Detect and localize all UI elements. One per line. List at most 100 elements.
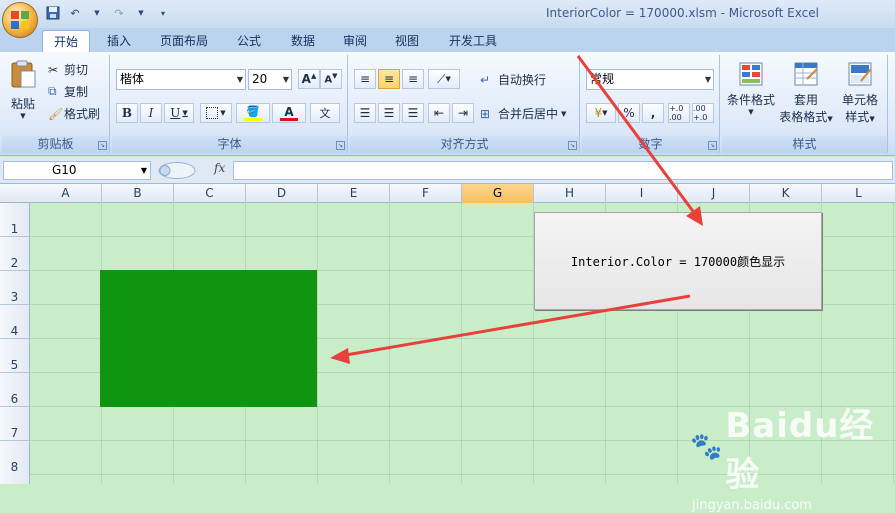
font-size-select[interactable]: 20 ▼ [248, 69, 292, 90]
row-header-7[interactable]: 7 [0, 407, 29, 441]
cut-button[interactable]: ✂ 剪切 [48, 61, 88, 78]
column-header-c[interactable]: C [174, 184, 246, 203]
chevron-down-icon: ▼ [140, 166, 147, 175]
styles-group-label: 样式 [722, 136, 887, 153]
column-header-i[interactable]: I [606, 184, 678, 203]
wrap-text-label: 自动换行 [498, 73, 547, 87]
align-left-button[interactable]: ☰ [354, 103, 376, 123]
clipboard-group: 粘贴 ▼ ✂ 剪切 ⧉ 复制 🖌 格式刷 剪贴板 ↘ [2, 55, 110, 153]
format-as-table-button[interactable]: 套用 表格格式▼ [778, 61, 834, 125]
dropdown-icon[interactable]: ▼ [88, 5, 106, 21]
increase-indent-button[interactable]: ⇥ [452, 103, 474, 123]
formula-bar-slider-icon [158, 162, 196, 179]
column-header-b[interactable]: B [102, 184, 174, 203]
column-header-g[interactable]: G [462, 184, 534, 203]
conditional-formatting-icon [739, 62, 763, 86]
row-header-1[interactable]: 1 [0, 203, 29, 237]
decrease-indent-button[interactable]: ⇤ [428, 103, 450, 123]
tab-review[interactable]: 审阅 [332, 30, 378, 52]
number-dialog-launcher-icon[interactable]: ↘ [708, 141, 717, 150]
chevron-down-icon: ▼ [182, 109, 188, 117]
align-center-button[interactable]: ☰ [378, 103, 400, 123]
clipboard-dialog-launcher-icon[interactable]: ↘ [98, 141, 107, 150]
number-format-select[interactable]: 常规 ▼ [586, 69, 714, 90]
align-right-button[interactable]: ☰ [402, 103, 424, 123]
borders-button[interactable]: ▼ [200, 103, 232, 123]
font-dialog-launcher-icon[interactable]: ↘ [336, 141, 345, 150]
merge-center-button[interactable]: ⊞ 合并后居中 ▼ [480, 105, 566, 122]
row-header-5[interactable]: 5 [0, 339, 29, 373]
macro-button[interactable]: Interior.Color = 170000颜色显示 [534, 212, 822, 310]
number-format-value: 常规 [590, 72, 615, 86]
row-header-4[interactable]: 4 [0, 305, 29, 339]
tab-view[interactable]: 视图 [384, 30, 430, 52]
alignment-dialog-launcher-icon[interactable]: ↘ [568, 141, 577, 150]
row-header-6[interactable]: 6 [0, 373, 29, 407]
fill-color-button[interactable]: 🪣 [236, 103, 270, 123]
clipboard-group-label: 剪贴板 [2, 136, 109, 153]
align-middle-button[interactable]: ≡ [378, 69, 400, 89]
conditional-formatting-button[interactable]: 条件格式 ▼ [724, 61, 778, 116]
accounting-format-button[interactable]: ¥ ▼ [586, 103, 616, 123]
align-left-icon: ☰ [359, 106, 371, 120]
paste-button[interactable]: 粘贴 ▼ [6, 59, 40, 129]
cell-styles-label-2-row: 样式▼ [845, 108, 874, 125]
insert-function-button[interactable]: fx [214, 161, 225, 175]
column-header-f[interactable]: F [390, 184, 462, 203]
phonetic-guide-button[interactable]: 文 [310, 103, 340, 123]
column-header-d[interactable]: D [246, 184, 318, 203]
wrap-text-button[interactable]: ↵ 自动换行 [480, 71, 546, 88]
italic-button[interactable]: I [140, 103, 162, 123]
save-icon[interactable] [44, 5, 62, 21]
comma-style-button[interactable]: , [642, 103, 664, 123]
column-header-h[interactable]: H [534, 184, 606, 203]
copy-label: 复制 [64, 85, 89, 99]
column-header-j[interactable]: J [678, 184, 750, 203]
column-headers: A B C D E F G H I J K L [0, 184, 895, 203]
customize-qat-icon[interactable]: ▾ [154, 5, 172, 21]
orientation-button[interactable]: ⟋ ▼ [428, 69, 460, 89]
format-painter-button[interactable]: 🖌 格式刷 [48, 105, 100, 122]
bold-button[interactable]: B [116, 103, 138, 123]
align-bottom-button[interactable]: ≡ [402, 69, 424, 89]
column-header-l[interactable]: L [822, 184, 895, 203]
decrease-font-size-button[interactable]: A▼ [320, 69, 342, 89]
tab-developer[interactable]: 开发工具 [438, 30, 508, 52]
tab-data[interactable]: 数据 [280, 30, 326, 52]
font-color-button[interactable]: A [272, 103, 306, 123]
tab-home[interactable]: 开始 [42, 30, 90, 52]
redo-icon[interactable]: ↷ [110, 5, 128, 21]
ribbon-tabs: 开始 插入 页面布局 公式 数据 审阅 视图 开发工具 [0, 28, 895, 52]
paste-label: 粘贴 [10, 97, 35, 111]
office-button[interactable] [2, 2, 38, 38]
name-box[interactable]: G10 ▼ [3, 161, 151, 180]
row-header-2[interactable]: 2 [0, 237, 29, 271]
tab-insert[interactable]: 插入 [96, 30, 142, 52]
underline-button[interactable]: U ▼ [164, 103, 194, 123]
decrease-decimal-button[interactable]: .00 +.0 [692, 103, 714, 123]
format-as-table-label-2: 表格格式 [779, 110, 828, 124]
increase-font-size-button[interactable]: A▲ [298, 69, 320, 89]
column-header-a[interactable]: A [30, 184, 102, 203]
paw-logo-icon: 🐾 [690, 432, 724, 462]
column-header-k[interactable]: K [750, 184, 822, 203]
font-group-label: 字体 [112, 136, 347, 153]
tab-formulas[interactable]: 公式 [226, 30, 272, 52]
tab-page-layout[interactable]: 页面布局 [150, 30, 218, 52]
align-top-button[interactable]: ≡ [354, 69, 376, 89]
cell-styles-icon [848, 62, 872, 86]
font-name-select[interactable]: 楷体 ▼ [116, 69, 246, 90]
row-header-3[interactable]: 3 [0, 271, 29, 305]
baidu-watermark: 🐾 Baidu经验 jingyan.baidu.com [690, 398, 895, 513]
row-header-8[interactable]: 8 [0, 441, 29, 484]
formula-input[interactable] [233, 161, 893, 180]
merge-center-label: 合并后居中 [498, 107, 559, 121]
increase-decimal-button[interactable]: +.0 .00 [668, 103, 690, 123]
copy-button[interactable]: ⧉ 复制 [48, 83, 88, 100]
dropdown-icon[interactable]: ▼ [132, 5, 150, 21]
cell-styles-button[interactable]: 单元格 样式▼ [834, 61, 886, 125]
column-header-e[interactable]: E [318, 184, 390, 203]
conditional-formatting-label: 条件格式 [726, 93, 775, 107]
undo-icon[interactable]: ↶ [66, 5, 84, 21]
percent-button[interactable]: % [618, 103, 640, 123]
